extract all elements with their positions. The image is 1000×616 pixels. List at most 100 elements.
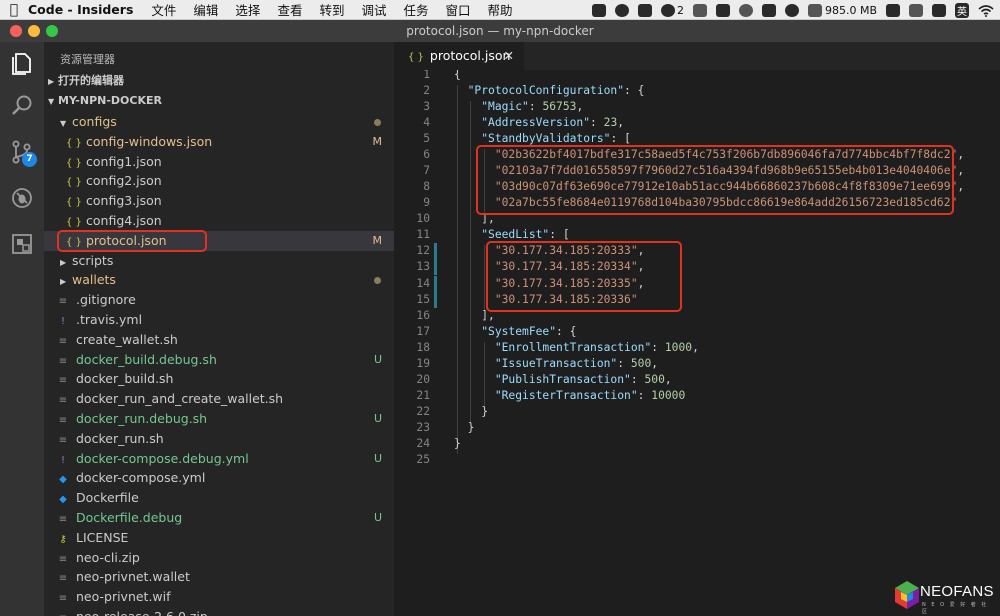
close-tab-icon[interactable]: ✕	[504, 42, 514, 70]
file-docker-run-debug-sh[interactable]: ≡ docker_run.debug.sh U	[44, 409, 394, 429]
json-file-icon: { }	[408, 52, 424, 63]
activity-bar: 7	[0, 42, 44, 616]
shield-icon[interactable]	[738, 3, 753, 17]
tray-app-icon[interactable]	[637, 3, 652, 17]
code-line[interactable]: "RegisterTransaction": 10000	[454, 388, 685, 404]
code-line[interactable]: "ProtocolConfiguration": {	[454, 83, 645, 99]
open-editors-section[interactable]: ▶ 打开的编辑器	[44, 71, 394, 91]
file-travis-yml[interactable]: ! .travis.yml	[44, 310, 394, 330]
file-docker-compose-yml[interactable]: ◆ docker-compose.yml	[44, 468, 394, 488]
file-dockerfile[interactable]: ◆ Dockerfile	[44, 488, 394, 508]
code-line[interactable]: "Magic": 56753,	[454, 99, 583, 115]
extensions-icon[interactable]	[8, 230, 36, 258]
file-config1-json[interactable]: { } config1.json	[44, 152, 394, 172]
file-docker-build-sh[interactable]: ≡ docker_build.sh	[44, 369, 394, 389]
file-neo-cli-zip[interactable]: ≡ neo-cli.zip	[44, 548, 394, 568]
tree-item-label: neo-release-2.6.0.zip	[76, 609, 208, 616]
file-config2-json[interactable]: { } config2.json	[44, 171, 394, 191]
minimize-window-button[interactable]	[28, 25, 40, 37]
file-create-wallet-sh[interactable]: ≡ create_wallet.sh	[44, 330, 394, 350]
docker-tray-icon[interactable]	[761, 3, 776, 17]
qq-icon[interactable]	[591, 3, 606, 17]
git-untracked-badge: U	[373, 451, 382, 465]
line-number: 12	[416, 244, 430, 258]
line-number: 4	[423, 116, 430, 130]
window-titlebar: protocol.json — my-npn-docker	[0, 20, 1000, 42]
file-neo-privnet-wif[interactable]: ≡ neo-privnet.wif	[44, 587, 394, 607]
display-icon[interactable]	[886, 3, 900, 17]
close-window-button[interactable]	[10, 25, 22, 37]
tree-item-label: neo-privnet.wif	[76, 589, 171, 605]
code-line[interactable]: "AddressVersion": 23,	[454, 115, 624, 131]
screenshot-icon[interactable]	[692, 3, 707, 17]
file-gitignore[interactable]: ≡ .gitignore	[44, 290, 394, 310]
menu-help[interactable]: 帮助	[488, 0, 513, 19]
apple-menu-icon[interactable]: 	[0, 2, 28, 18]
wifi-icon[interactable]	[978, 4, 994, 17]
explorer-icon[interactable]	[8, 48, 36, 76]
line-number: 21	[416, 388, 430, 402]
file-docker-build-debug-sh[interactable]: ≡ docker_build.debug.sh U	[44, 350, 394, 370]
code-editor[interactable]: 1 {2 "ProtocolConfiguration": {3 "Magic":…	[394, 70, 1000, 616]
file-neo-release-2-6-0-zip[interactable]: ≡ neo-release-2.6.0.zip	[44, 607, 394, 616]
tray-counter[interactable]: 2	[660, 3, 684, 17]
menu-tasks[interactable]: 任务	[403, 0, 428, 19]
search-icon[interactable]	[8, 92, 36, 120]
watermark-text: NEOFANS	[920, 583, 994, 600]
cloud-icon[interactable]	[715, 3, 730, 17]
file-dockerfile-debug[interactable]: ≡ Dockerfile.debug U	[44, 508, 394, 528]
code-line[interactable]: }	[454, 420, 475, 436]
menu-file[interactable]: 文件	[151, 0, 176, 19]
maximize-window-button[interactable]	[46, 25, 58, 37]
line-number: 11	[416, 228, 430, 242]
folder-wallets[interactable]: ▶ wallets	[44, 270, 394, 290]
line-number: 2	[423, 84, 430, 98]
tree-item-label: docker_build.debug.sh	[76, 351, 217, 367]
code-line[interactable]: "SystemFee": {	[454, 324, 576, 340]
memory-monitor[interactable]: 985.0 MB	[807, 3, 877, 17]
git-modified-gutter-mark	[434, 243, 437, 260]
menu-view[interactable]: 查看	[277, 0, 302, 19]
line-number: 10	[416, 212, 430, 226]
tree-item-label: Dockerfile.debug	[76, 510, 183, 525]
debug-icon[interactable]	[8, 184, 36, 212]
evernote-icon[interactable]	[784, 3, 799, 17]
file-license[interactable]: ⚷ LICENSE	[44, 528, 394, 548]
tree-item-label: docker_run.debug.sh	[76, 411, 208, 426]
menu-debug[interactable]: 调试	[361, 0, 386, 19]
tree-item-label: Dockerfile	[76, 490, 139, 506]
folder-scripts[interactable]: ▶ scripts	[44, 251, 394, 271]
code-line[interactable]: "PublishTransaction": 500,	[454, 372, 672, 388]
file-config3-json[interactable]: { } config3.json	[44, 191, 394, 211]
menu-selection[interactable]: 选择	[235, 0, 260, 19]
code-line[interactable]: "EnrollmentTransaction": 1000,	[454, 340, 699, 356]
file-neo-privnet-wallet[interactable]: ≡ neo-privnet.wallet	[44, 567, 394, 587]
file-config-windows-json[interactable]: { } config-windows.json M	[44, 132, 394, 152]
input-method[interactable]: 英	[955, 2, 969, 18]
file-docker-run-sh[interactable]: ≡ docker_run.sh	[44, 429, 394, 449]
highlight-box-seed-list	[486, 241, 682, 312]
file-docker-compose-debug-yml[interactable]: ! docker-compose.debug.yml U	[44, 449, 394, 469]
line-number: 9	[423, 196, 430, 210]
file-config4-json[interactable]: { } config4.json	[44, 211, 394, 231]
project-section[interactable]: ▼ MY-NPN-DOCKER	[44, 91, 394, 111]
wechat-icon[interactable]	[614, 3, 629, 17]
tree-item-label: wallets	[72, 272, 116, 288]
code-line[interactable]: }	[454, 436, 461, 452]
mic-icon[interactable]	[932, 3, 946, 17]
tab-protocol-json[interactable]: { } protocol.json ✕	[394, 42, 524, 70]
menu-window[interactable]: 窗口	[446, 0, 471, 19]
editor-tabbar: { } protocol.json ✕	[394, 42, 1000, 70]
macos-menubar:  Code - Insiders 文件 编辑 选择 查看 转到 调试 任务 窗…	[0, 0, 1000, 20]
code-line[interactable]: }	[454, 404, 488, 420]
file-docker-run-and-create-wallet-sh[interactable]: ≡ docker_run_and_create_wallet.sh	[44, 389, 394, 409]
line-number: 24	[416, 436, 430, 450]
app-menu[interactable]: Code - Insiders	[28, 2, 133, 17]
folder-configs[interactable]: ▼ configs	[44, 112, 394, 132]
menu-edit[interactable]: 编辑	[193, 0, 218, 19]
tree-item-label: LICENSE	[76, 529, 129, 545]
menu-go[interactable]: 转到	[319, 0, 344, 19]
code-line[interactable]: "IssueTransaction": 500,	[454, 356, 658, 372]
code-line[interactable]: {	[454, 70, 461, 83]
keyboard-icon[interactable]	[909, 3, 923, 17]
